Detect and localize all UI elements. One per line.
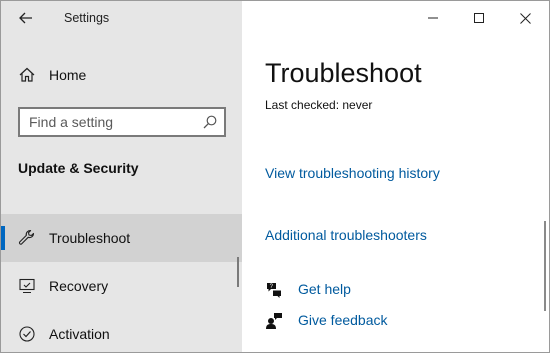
give-feedback-label: Give feedback (298, 312, 388, 328)
search-icon[interactable] (202, 114, 218, 130)
back-arrow-icon (19, 12, 32, 24)
maximize-button[interactable] (456, 1, 502, 35)
sidebar-item-troubleshoot[interactable]: Troubleshoot (1, 214, 242, 262)
additional-troubleshooters-link[interactable]: Additional troubleshooters (265, 227, 427, 243)
sidebar-item-label: Recovery (49, 278, 109, 294)
sidebar-item-recovery[interactable]: Recovery (1, 262, 242, 310)
home-nav-item[interactable]: Home (1, 57, 242, 93)
activation-icon (19, 326, 35, 342)
page-title: Troubleshoot (265, 58, 422, 88)
sidebar-scrollbar[interactable] (237, 257, 239, 287)
view-history-link[interactable]: View troubleshooting history (265, 165, 440, 181)
give-feedback-link[interactable]: Give feedback (265, 309, 545, 333)
search-box (18, 107, 226, 137)
sidebar-item-label: Troubleshoot (49, 230, 131, 246)
last-checked-text: Last checked: never (265, 98, 373, 112)
wrench-icon (18, 230, 35, 245)
home-label: Home (49, 67, 87, 83)
sidebar: Settings Home Update & Security Troubles… (1, 1, 242, 352)
main-content: Troubleshoot Last checked: never View tr… (242, 1, 549, 352)
close-button[interactable] (502, 1, 548, 35)
sidebar-item-label: Activation (49, 326, 110, 342)
title-bar: Settings (1, 1, 242, 35)
get-help-link[interactable]: ? Get help (265, 278, 545, 302)
sidebar-item-activation[interactable]: Activation (1, 310, 242, 352)
active-indicator (1, 226, 5, 250)
get-help-label: Get help (298, 281, 351, 297)
minimize-icon (428, 17, 438, 19)
search-input[interactable] (20, 109, 196, 135)
minimize-button[interactable] (410, 1, 456, 35)
feedback-icon (266, 313, 282, 329)
section-title: Update & Security (18, 160, 139, 176)
get-help-icon: ? (267, 283, 281, 298)
close-icon (519, 12, 531, 24)
home-icon (19, 67, 35, 82)
app-title: Settings (64, 11, 110, 25)
recovery-icon (19, 278, 35, 294)
content-scrollbar[interactable] (544, 221, 546, 311)
back-button[interactable] (11, 5, 41, 31)
settings-window: Settings Home Update & Security Troubles… (0, 0, 550, 353)
maximize-icon (474, 13, 484, 23)
